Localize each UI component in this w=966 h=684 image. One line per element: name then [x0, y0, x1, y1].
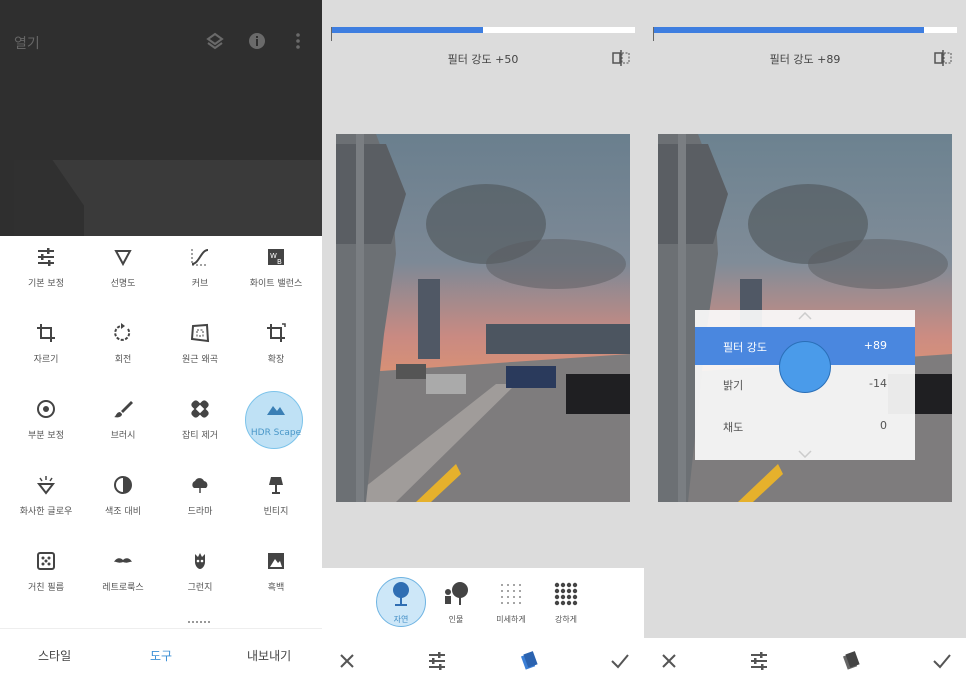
adjust-row-saturation[interactable]: 채도 0	[695, 407, 915, 445]
portrait-preset-icon	[445, 582, 468, 605]
tool-selective[interactable]: 부분 보정	[6, 388, 86, 448]
check-icon[interactable]	[931, 650, 953, 672]
brush-icon	[114, 401, 133, 418]
tool-grainy-film[interactable]: 거친 필름	[6, 540, 86, 600]
triangle-down-icon	[114, 250, 132, 267]
rotate-icon	[114, 323, 131, 341]
preset-subtle[interactable]: 미세하게	[483, 574, 539, 634]
slider-fill	[331, 27, 483, 33]
tool-glamour-glow[interactable]: 화사한 글로우	[6, 464, 86, 524]
slider-start-tick	[331, 27, 332, 41]
white-balance-icon: WB	[268, 249, 284, 266]
tool-perspective[interactable]: 원근 왜곡	[160, 312, 240, 372]
tune-icon	[38, 248, 54, 266]
svg-text:W: W	[270, 252, 277, 260]
hdr-editor-adjust: 필터 강도 +89 필터 강도 +89 밝기 -14 채도 0	[644, 0, 966, 684]
black-white-icon	[268, 553, 284, 569]
chevron-up-icon	[798, 312, 812, 320]
compare-icon[interactable]	[612, 50, 630, 66]
styles-icon[interactable]	[840, 650, 862, 672]
compare-icon[interactable]	[934, 50, 952, 66]
editor-action-bar	[322, 638, 644, 684]
lamp-icon	[269, 477, 283, 494]
close-icon[interactable]	[658, 650, 680, 672]
slider-start-tick	[653, 27, 654, 41]
preset-nature[interactable]: 자연	[373, 574, 429, 634]
tool-healing[interactable]: 잡티 제거	[160, 388, 240, 448]
photo-preview	[336, 134, 630, 502]
mustache-icon	[114, 558, 132, 563]
cloud-icon	[192, 478, 208, 493]
filter-strength-label: 필터 강도 +50	[447, 53, 519, 66]
tool-grunge[interactable]: 그런지	[160, 540, 240, 600]
open-button[interactable]: 열기	[14, 33, 40, 53]
preset-strong[interactable]: 강하게	[538, 574, 594, 634]
preset-strip: 자연 인물 미세하게 강하게	[322, 568, 644, 638]
crop-icon	[37, 324, 55, 342]
filter-strength-label: 필터 강도 +89	[769, 53, 841, 66]
tool-black-white[interactable]: 흑백	[236, 540, 316, 600]
svg-text:B: B	[277, 258, 282, 266]
healing-icon	[191, 400, 209, 418]
nature-preset-icon	[393, 582, 409, 606]
editor-action-bar	[644, 638, 966, 684]
tool-hdr-scape[interactable]: HDR Scape	[236, 388, 316, 448]
more-tools-hint	[188, 621, 210, 625]
tool-vintage[interactable]: 빈티지	[236, 464, 316, 524]
tune-icon[interactable]	[748, 650, 770, 672]
dimmed-header-area: 열기	[0, 0, 322, 236]
tool-details[interactable]: 선명도	[83, 236, 163, 296]
chevron-down-icon	[798, 450, 812, 458]
filter-strength-slider[interactable]	[653, 27, 957, 41]
tonal-contrast-icon	[114, 476, 132, 494]
check-icon[interactable]	[609, 650, 631, 672]
tab-export[interactable]: 내보내기	[247, 647, 291, 664]
styles-icon[interactable]	[518, 650, 540, 672]
tool-rotate[interactable]: 회전	[83, 312, 163, 372]
tab-styles[interactable]: 스타일	[38, 647, 71, 664]
selective-icon	[37, 400, 55, 418]
tool-crop[interactable]: 자르기	[6, 312, 86, 372]
grainy-film-icon	[37, 552, 55, 570]
adjust-row-filter-strength[interactable]: 필터 강도 +89	[695, 327, 915, 393]
close-icon[interactable]	[336, 650, 358, 672]
tool-curves[interactable]: 커브	[160, 236, 240, 296]
preset-portrait[interactable]: 인물	[428, 574, 484, 634]
tab-tools[interactable]: 도구	[150, 647, 172, 664]
perspective-icon	[190, 323, 210, 343]
grunge-icon	[195, 553, 205, 569]
layers-icon[interactable]	[205, 31, 225, 51]
tune-icon[interactable]	[426, 650, 448, 672]
adjustment-menu: 필터 강도 +89 밝기 -14 채도 0	[695, 310, 915, 460]
glow-icon	[36, 476, 56, 495]
hdr-editor-presets: 필터 강도 +50 자연 인물 미세하게 강하게	[322, 0, 644, 684]
adjust-row-brightness[interactable]: 밝기 -14	[695, 365, 915, 403]
strong-dots-icon	[554, 582, 578, 606]
more-vert-icon[interactable]	[288, 31, 308, 51]
tool-brush[interactable]: 브러시	[83, 388, 163, 448]
bottom-navigation: 스타일 도구 내보내기	[0, 628, 322, 684]
curves-icon	[191, 249, 209, 266]
tool-drama[interactable]: 드라마	[160, 464, 240, 524]
tool-white-balance[interactable]: WB 화이트 밸런스	[236, 236, 316, 296]
filter-strength-slider[interactable]	[331, 27, 635, 41]
mountain-icon	[267, 406, 285, 415]
tool-tune-image[interactable]: 기본 보정	[6, 236, 86, 296]
expand-icon	[267, 323, 286, 342]
fine-dots-icon	[501, 584, 521, 604]
tools-grid: 기본 보정 선명도 커브 WB 화이트 밸런스 자르기 회전 원근 왜곡 확장 …	[0, 236, 322, 628]
tool-tonal-contrast[interactable]: 색조 대비	[83, 464, 163, 524]
info-icon[interactable]	[247, 31, 267, 51]
tool-retrolux[interactable]: 레트로룩스	[83, 540, 163, 600]
image-preview	[14, 160, 322, 236]
slider-fill	[653, 27, 924, 33]
tool-expand[interactable]: 확장	[236, 312, 316, 372]
tools-screen: 열기 기본 보정 선명도 커브 WB 화이트 밸런스 자르기 회전 원근 왜곡 …	[0, 0, 322, 684]
